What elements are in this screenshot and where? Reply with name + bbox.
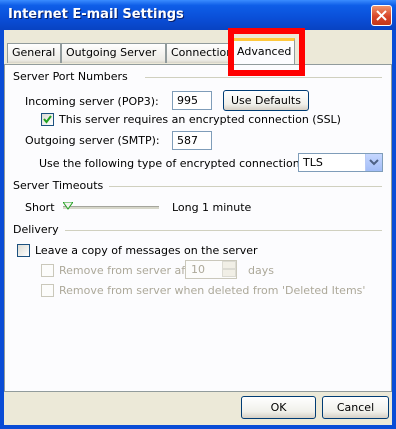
advanced-panel: Server Port Numbers Incoming server (POP…: [4, 64, 392, 392]
outgoing-port-input[interactable]: 587: [172, 131, 212, 150]
timeout-value-label: 1 minute: [202, 201, 252, 214]
highlight-box: [228, 28, 305, 76]
group-server-timeouts: Server Timeouts: [13, 179, 104, 192]
tab-connection[interactable]: Connection: [166, 43, 229, 63]
remove-after-label: Remove from server after: [59, 264, 201, 277]
remove-after-days-value: 10: [191, 263, 205, 276]
dialog-client: General Outgoing Server Connection Advan…: [4, 28, 392, 425]
encryption-type-select[interactable]: TLS: [298, 153, 383, 172]
tab-outgoing-server[interactable]: Outgoing Server: [61, 43, 166, 63]
timeout-slider[interactable]: [63, 206, 159, 209]
encryption-type-value: TLS: [303, 156, 323, 169]
remove-deleted-checkbox[interactable]: [41, 284, 54, 297]
close-icon: [376, 10, 387, 21]
chevron-down-icon[interactable]: [365, 154, 382, 171]
incoming-port-input[interactable]: 995: [172, 91, 212, 110]
ok-button[interactable]: OK: [241, 396, 316, 419]
group-divider: [109, 186, 382, 187]
remove-deleted-label: Remove from server when deleted from 'De…: [59, 284, 366, 297]
cancel-button[interactable]: Cancel: [322, 396, 389, 419]
spin-up-icon[interactable]: [222, 261, 236, 269]
timeout-long-label: Long: [172, 201, 199, 214]
remove-after-days-stepper[interactable]: 10: [185, 260, 237, 279]
close-button[interactable]: [371, 5, 392, 26]
leave-copy-label: Leave a copy of messages on the server: [35, 244, 258, 257]
tab-strip: General Outgoing Server Connection Advan…: [4, 28, 392, 76]
incoming-server-label: Incoming server (POP3):: [25, 95, 159, 108]
tab-general[interactable]: General: [7, 43, 61, 63]
group-server-ports: Server Port Numbers: [13, 70, 128, 83]
ssl-label: This server requires an encrypted connec…: [59, 113, 341, 126]
remove-after-checkbox[interactable]: [41, 264, 54, 277]
title-bar[interactable]: Internet E-mail Settings: [0, 0, 396, 30]
leave-copy-checkbox[interactable]: [17, 244, 30, 257]
dialog-window: Internet E-mail Settings General Outgoin…: [0, 0, 396, 429]
group-divider: [65, 230, 382, 231]
use-defaults-button[interactable]: Use Defaults: [223, 90, 309, 111]
window-title: Internet E-mail Settings: [8, 7, 184, 22]
spin-down-icon[interactable]: [222, 269, 236, 277]
checkmark-icon: [43, 115, 52, 124]
group-divider: [145, 77, 382, 78]
group-delivery: Delivery: [13, 223, 59, 236]
encryption-type-label: Use the following type of encrypted conn…: [39, 157, 304, 170]
slider-thumb-icon[interactable]: [63, 202, 73, 210]
ssl-checkbox[interactable]: [41, 113, 54, 126]
outgoing-server-label: Outgoing server (SMTP):: [25, 134, 160, 147]
days-label: days: [248, 264, 274, 277]
timeout-short-label: Short: [25, 201, 55, 214]
